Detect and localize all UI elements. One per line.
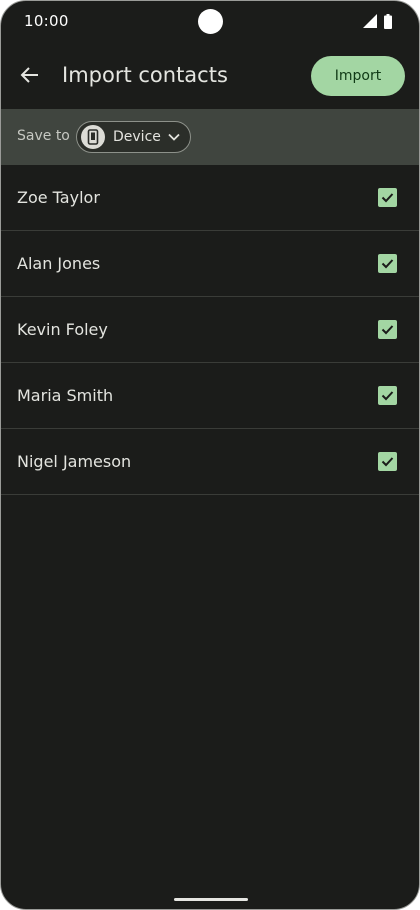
page-title: Import contacts <box>62 63 228 87</box>
signal-icon <box>363 14 377 28</box>
phone-screen: 10:00 Import contacts Import Save to Dev… <box>0 0 420 910</box>
status-bar: 10:00 <box>1 1 419 43</box>
save-to-label: Save to <box>17 128 70 144</box>
check-icon <box>381 193 394 203</box>
import-button[interactable]: Import <box>311 56 405 96</box>
check-icon <box>381 259 394 269</box>
contact-row[interactable]: Nigel Jameson <box>1 429 419 495</box>
save-destination-dropdown[interactable]: Device <box>76 121 191 153</box>
contact-name: Zoe Taylor <box>17 188 100 207</box>
contact-name: Alan Jones <box>17 254 101 273</box>
camera-cutout <box>198 9 223 34</box>
contact-checkbox[interactable] <box>378 254 397 273</box>
check-icon <box>381 391 394 401</box>
contact-checkbox[interactable] <box>378 188 397 207</box>
chevron-down-icon <box>168 133 180 141</box>
app-bar: Import contacts Import <box>1 43 419 109</box>
contact-row[interactable]: Maria Smith <box>1 363 419 429</box>
arrow-back-icon <box>20 67 38 83</box>
status-time: 10:00 <box>24 12 69 30</box>
contact-list: Zoe Taylor Alan Jones Kevin Foley Maria … <box>1 165 419 495</box>
contact-name: Nigel Jameson <box>17 452 132 471</box>
contact-checkbox[interactable] <box>378 386 397 405</box>
back-button[interactable] <box>15 60 45 90</box>
chip-avatar <box>81 125 105 149</box>
contact-row[interactable]: Kevin Foley <box>1 297 419 363</box>
contact-name: Kevin Foley <box>17 320 108 339</box>
contact-checkbox[interactable] <box>378 452 397 471</box>
contact-row[interactable]: Zoe Taylor <box>1 165 419 231</box>
save-to-bar: Save to Device <box>1 109 419 165</box>
battery-icon <box>384 14 392 29</box>
gesture-nav-handle[interactable] <box>174 898 248 901</box>
check-icon <box>381 325 394 335</box>
check-icon <box>381 457 394 467</box>
contact-checkbox[interactable] <box>378 320 397 339</box>
contact-row[interactable]: Alan Jones <box>1 231 419 297</box>
destination-label: Device <box>113 129 161 145</box>
phone-icon <box>87 129 99 145</box>
contact-name: Maria Smith <box>17 386 114 405</box>
